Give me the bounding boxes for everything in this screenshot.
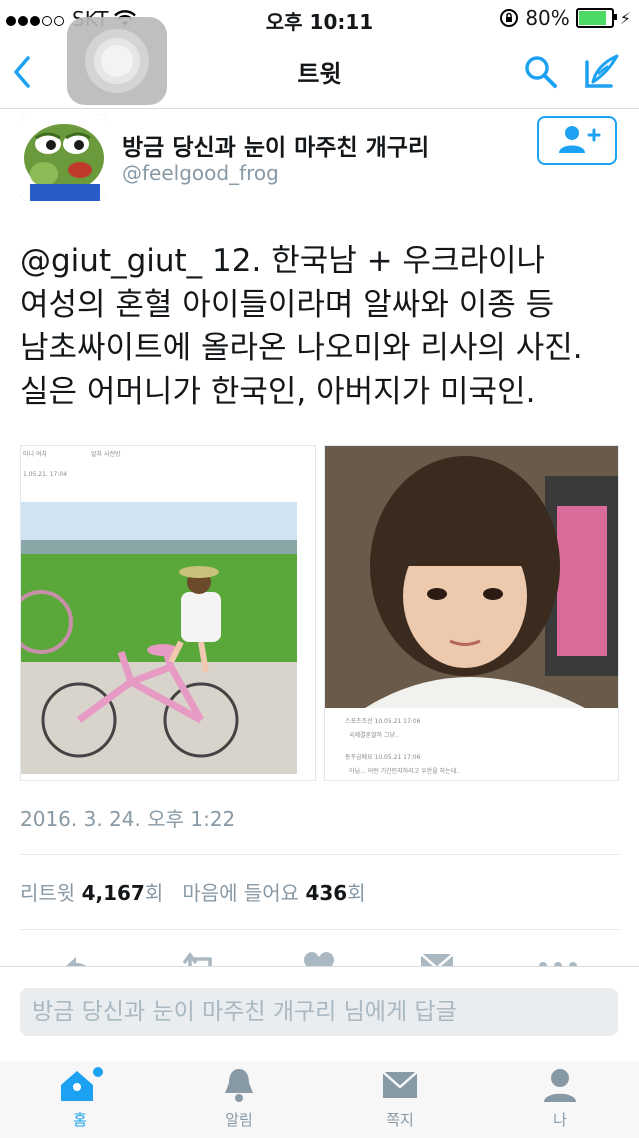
avatar[interactable] [20, 114, 107, 201]
bell-icon [225, 1069, 253, 1102]
tab-label: 알림 [225, 1111, 253, 1129]
tweet-text: @giut_giut_ 12. 한국남 + 우크라이나 여성의 혼혈 아이들이라… [20, 243, 593, 410]
photo-caption-line: 스포츠조선 10.05.21 17:06 [345, 718, 421, 725]
rotation-lock-icon [500, 9, 519, 27]
follow-button[interactable] [537, 116, 617, 165]
charging-icon: ⚡ [619, 8, 631, 28]
photo-caption-line: 미니 여자 [23, 451, 47, 458]
assistive-touch-button[interactable] [67, 17, 167, 105]
battery-icon [575, 8, 617, 28]
add-user-icon [559, 126, 601, 153]
tab-me[interactable]: 나 [500, 1067, 620, 1130]
compose-icon[interactable] [581, 52, 621, 92]
photo-caption-line: 알자 사전방 [91, 451, 121, 458]
divider [20, 854, 619, 855]
tab-label: 쪽지 [386, 1111, 414, 1129]
girl-bicycle-photo [21, 502, 297, 774]
tab-label: 나 [553, 1111, 567, 1129]
search-icon[interactable] [523, 54, 559, 90]
reply-input[interactable] [20, 988, 618, 1036]
battery-percent: 80% [525, 6, 570, 30]
tweet-timestamp: 2016. 3. 24. 오후 1:22 [20, 807, 236, 831]
tab-notifications[interactable]: 알림 [179, 1067, 299, 1130]
envelope-icon [382, 1071, 418, 1098]
photo-caption-line: 동꾸금메요 10.05.21 17:06 [345, 754, 421, 761]
person-icon [544, 1069, 576, 1102]
tweet-photo-left[interactable]: 미니 여자 알자 사전방 1.05.21. 17:04 [20, 445, 316, 781]
like-stat[interactable]: 마음에 들어요 436회 [182, 881, 365, 905]
home-icon [61, 1067, 103, 1101]
photo-caption-line: 국제결혼말하 그냥.. [349, 732, 399, 739]
photo-caption-line: 1.05.21. 17:04 [23, 471, 68, 478]
retweet-count: 4,167 [81, 881, 145, 905]
photo-caption-line: 아님... 어떤 기간안지하라고 우한을 하는데.. [349, 768, 461, 775]
tweet-stats: 리트윗 4,167회 마음에 들어요 436회 [20, 877, 366, 906]
tab-messages[interactable]: 쪽지 [340, 1067, 460, 1130]
tab-label: 홈 [73, 1111, 87, 1129]
author-name[interactable]: 방금 당신과 눈이 마주친 개구리 [122, 128, 429, 162]
tab-home[interactable]: 홈 [20, 1067, 140, 1130]
like-count: 436 [305, 881, 348, 905]
retweet-stat[interactable]: 리트윗 4,167회 [20, 881, 163, 905]
author-handle[interactable]: @feelgood_frog [122, 161, 279, 185]
tab-bar: 홈 알림 쪽지 나 [0, 1061, 639, 1138]
girl-portrait-photo [325, 446, 618, 708]
tweet-photo-right[interactable]: 스포츠조선 10.05.21 17:06 국제결혼말하 그냥.. 동꾸금메요 1… [324, 445, 619, 781]
divider [20, 929, 619, 930]
